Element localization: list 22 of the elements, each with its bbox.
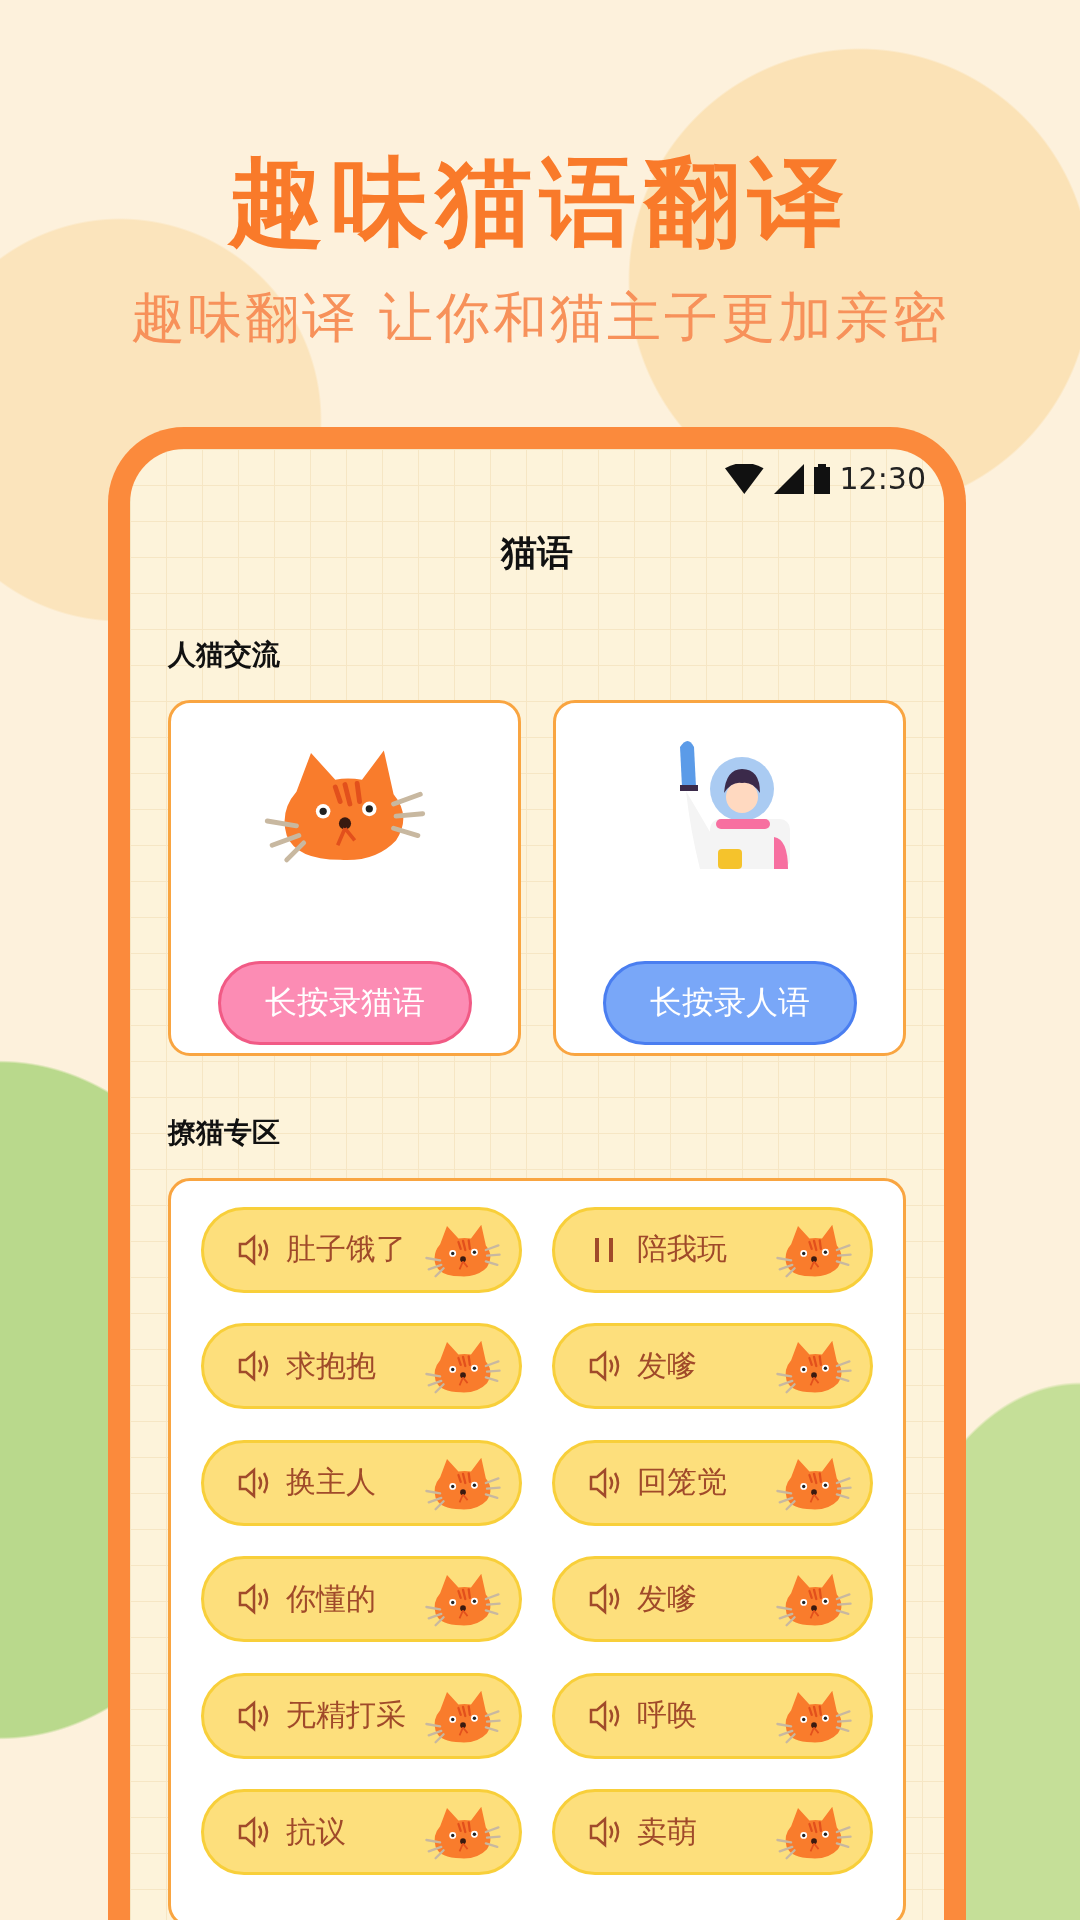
status-time: 12:30 (839, 461, 926, 497)
sound-button[interactable]: 抗议 (201, 1789, 522, 1876)
sound-button[interactable]: 发嗲 (552, 1556, 873, 1643)
sound-button[interactable]: 卖萌 (552, 1789, 873, 1876)
sound-button[interactable]: 肚子饿了 (201, 1206, 522, 1293)
record-button[interactable]: 长按录人语 (602, 960, 857, 1045)
promo-subtitle: 趣味翻译 让你和猫主子更加亲密 (130, 284, 950, 351)
sound-button[interactable]: 呼唤 (552, 1672, 873, 1759)
sound-button[interactable]: 回笼觉 (552, 1439, 873, 1526)
sound-button[interactable]: 你懂的 (201, 1556, 522, 1643)
signal-icon (773, 463, 804, 494)
screen-title: 猫语 (501, 530, 573, 575)
sound-button[interactable]: 求抱抱 (201, 1323, 522, 1410)
sound-button[interactable]: 发嗲 (552, 1323, 873, 1410)
promo-title: 趣味猫语翻译 (228, 150, 852, 256)
wifi-icon (724, 463, 764, 494)
sound-button[interactable]: 换主人 (201, 1439, 522, 1526)
sound-button[interactable]: 无精打采 (201, 1672, 522, 1759)
sound-button[interactable]: 陪我玩 (552, 1206, 873, 1293)
battery-icon (813, 463, 830, 494)
section-heading: 人猫交流 (168, 636, 281, 673)
section-heading: 撩猫专区 (168, 1114, 281, 1151)
